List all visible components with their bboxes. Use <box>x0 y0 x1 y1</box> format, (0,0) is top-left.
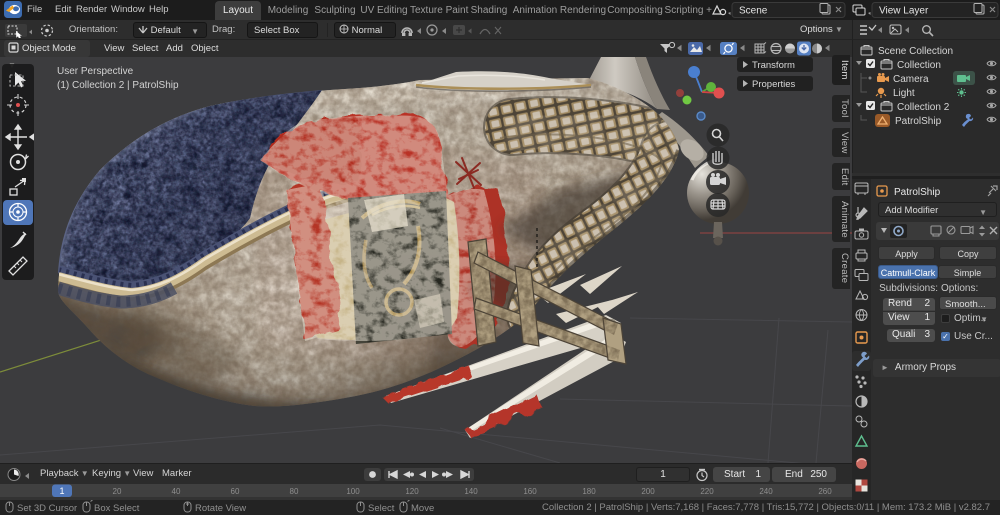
svg-text:200: 200 <box>641 487 655 496</box>
svg-text:1: 1 <box>59 486 64 496</box>
svg-text:240: 240 <box>759 487 773 496</box>
svg-text:Set 3D Cursor: Set 3D Cursor <box>17 503 77 514</box>
svg-text:180: 180 <box>582 487 596 496</box>
svg-text:Collection 2: Collection 2 <box>897 102 950 113</box>
svg-text:Rotate View: Rotate View <box>195 503 246 514</box>
svg-text:View Layer: View Layer <box>879 6 929 17</box>
svg-text:PatrolShip: PatrolShip <box>894 187 941 198</box>
svg-text:Move: Move <box>411 503 434 514</box>
svg-text:Box Select: Box Select <box>94 503 140 514</box>
svg-text:Camera: Camera <box>893 74 929 85</box>
svg-text:Properties: Properties <box>752 79 796 90</box>
svg-text:Scene Collection: Scene Collection <box>878 46 953 57</box>
svg-text:80: 80 <box>290 487 299 496</box>
svg-text:Transform: Transform <box>752 60 795 71</box>
svg-text:Collection: Collection <box>897 60 941 71</box>
svg-text:PatrolShip: PatrolShip <box>895 116 942 127</box>
svg-text:140: 140 <box>464 487 478 496</box>
svg-text:Scene: Scene <box>739 6 768 17</box>
svg-text:(1) Collection 2 | PatrolShip: (1) Collection 2 | PatrolShip <box>57 80 179 91</box>
svg-text:260: 260 <box>818 487 832 496</box>
svg-text:40: 40 <box>172 487 181 496</box>
svg-text:120: 120 <box>405 487 419 496</box>
svg-text:Select: Select <box>368 503 395 514</box>
svg-text:220: 220 <box>700 487 714 496</box>
svg-text:160: 160 <box>523 487 537 496</box>
svg-text:User Perspective: User Perspective <box>57 66 134 77</box>
svg-text:100: 100 <box>346 487 360 496</box>
svg-text:20: 20 <box>113 487 122 496</box>
svg-text:Light: Light <box>893 88 915 99</box>
svg-text:60: 60 <box>231 487 240 496</box>
